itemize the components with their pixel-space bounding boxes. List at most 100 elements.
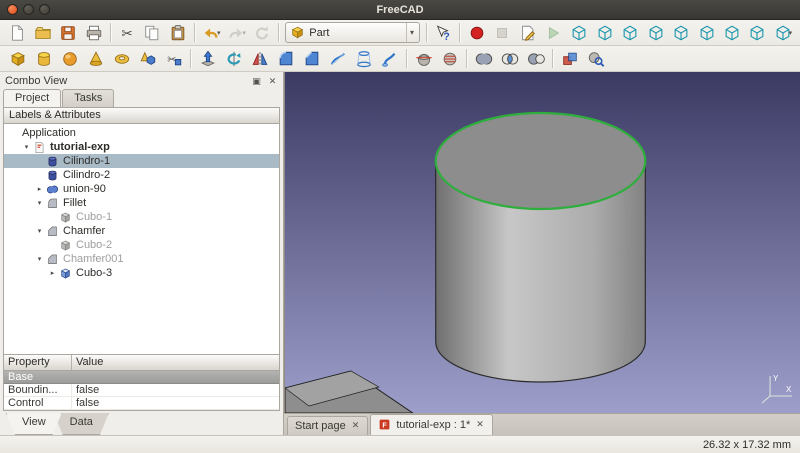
part-cylinder-button[interactable] xyxy=(31,47,56,71)
save-button[interactable] xyxy=(56,21,80,45)
part-section-icon xyxy=(415,50,433,68)
part-revolve-button[interactable] xyxy=(221,47,246,71)
part-shapebuilder-button[interactable]: ✂ xyxy=(161,47,186,71)
cut-button[interactable]: ✂ xyxy=(115,21,139,45)
part-boolean-common-button[interactable] xyxy=(497,47,522,71)
part-check-geometry-button[interactable] xyxy=(583,47,608,71)
view-axonometric-button[interactable] xyxy=(593,21,617,45)
close-tab-icon[interactable]: ✕ xyxy=(351,420,361,431)
toolbar-separator xyxy=(110,23,111,42)
macro-stop-button[interactable] xyxy=(490,21,514,45)
dropdown-arrow-icon[interactable]: ▾ xyxy=(217,29,221,37)
window-close-button[interactable] xyxy=(7,4,18,15)
part-mirror-icon xyxy=(251,50,269,68)
view-front-button[interactable] xyxy=(618,21,642,45)
doc-tab[interactable]: Start page✕ xyxy=(287,416,368,435)
part-loft-button[interactable] xyxy=(351,47,376,71)
cylinder-solid[interactable] xyxy=(436,113,646,382)
view-right-button[interactable] xyxy=(669,21,693,45)
view-bottom-button[interactable] xyxy=(720,21,744,45)
part-torus-button[interactable] xyxy=(109,47,134,71)
part-compound-button[interactable] xyxy=(557,47,582,71)
part-extrude-button[interactable] xyxy=(195,47,220,71)
part-boolean-cut-button[interactable] xyxy=(523,47,548,71)
workbench-selector[interactable]: Part▾ xyxy=(285,22,420,43)
expanded-arrow-icon[interactable]: ▾ xyxy=(21,143,32,151)
print-button[interactable] xyxy=(81,21,105,45)
new-file-button[interactable] xyxy=(5,21,29,45)
part-primitives-button[interactable] xyxy=(135,47,160,71)
panel-tab-data[interactable]: Data xyxy=(54,413,109,435)
part-sweep-button[interactable] xyxy=(377,47,402,71)
view-fit-all-button[interactable] xyxy=(567,21,591,45)
view-top-button[interactable] xyxy=(644,21,668,45)
macro-play-icon xyxy=(544,24,562,42)
part-sphere-button[interactable] xyxy=(57,47,82,71)
viewport-scene[interactable]: Y X xyxy=(285,72,800,413)
expanded-arrow-icon[interactable]: ▾ xyxy=(34,199,45,207)
tree-item-cubo-3[interactable]: ▸Cubo-3 xyxy=(4,266,279,280)
view-rear-button[interactable] xyxy=(694,21,718,45)
tree-item-cubo-1[interactable]: Cubo-1 xyxy=(4,210,279,224)
macro-edit-button[interactable] xyxy=(515,21,539,45)
cubegray-icon xyxy=(58,211,73,224)
dropdown-arrow-icon[interactable]: ▾ xyxy=(242,29,246,37)
window-maximize-button[interactable] xyxy=(39,4,50,15)
workbench-dropdown-icon[interactable]: ▾ xyxy=(406,23,417,42)
tab-project[interactable]: Project xyxy=(3,89,61,107)
window-minimize-button[interactable] xyxy=(23,4,34,15)
part-box-button[interactable] xyxy=(5,47,30,71)
tree-item-fillet[interactable]: ▾Fillet xyxy=(4,196,279,210)
refresh-button[interactable] xyxy=(250,21,274,45)
part-chamfer-button[interactable] xyxy=(299,47,324,71)
property-column-header[interactable]: Property xyxy=(4,355,72,370)
doc-tab[interactable]: Ftutorial-exp : 1*✕ xyxy=(370,414,493,435)
macro-record-button[interactable] xyxy=(464,21,488,45)
property-rows: BaseBoundin...falseControlfalse xyxy=(4,371,279,410)
part-cone-button[interactable] xyxy=(83,47,108,71)
view-axonometric-icon xyxy=(596,24,614,42)
draw-style-button[interactable]: ▾ xyxy=(771,21,795,45)
collapsed-arrow-icon[interactable]: ▸ xyxy=(34,185,45,193)
part-section-button[interactable] xyxy=(411,47,436,71)
panel-tab-view[interactable]: View xyxy=(6,413,62,435)
save-icon xyxy=(59,24,77,42)
tree-item-chamfer001[interactable]: ▾Chamfer001 xyxy=(4,252,279,266)
collapsed-arrow-icon[interactable]: ▸ xyxy=(47,269,58,277)
dropdown-arrow-icon[interactable]: ▾ xyxy=(789,29,793,37)
property-group-base[interactable]: Base xyxy=(4,371,279,384)
tree-item-application[interactable]: Application xyxy=(4,126,279,140)
freecad-logo-icon: F xyxy=(378,418,391,431)
part-ruled-surface-button[interactable] xyxy=(325,47,350,71)
tree-item-cilindro-1[interactable]: Cilindro-1 xyxy=(4,154,279,168)
paste-button[interactable] xyxy=(166,21,190,45)
view-left-button[interactable] xyxy=(745,21,769,45)
copy-button[interactable] xyxy=(140,21,164,45)
part-fillet-button[interactable] xyxy=(273,47,298,71)
tree-item-chamfer[interactable]: ▾Chamfer xyxy=(4,224,279,238)
part-cross-sections-button[interactable] xyxy=(437,47,462,71)
expanded-arrow-icon[interactable]: ▾ xyxy=(34,255,45,263)
value-column-header[interactable]: Value xyxy=(72,355,279,370)
cylinder-top-face-selected-edge[interactable] xyxy=(436,113,646,209)
toolbar-separator xyxy=(194,23,195,42)
part-boolean-union-button[interactable] xyxy=(471,47,496,71)
tree-item-cubo-2[interactable]: Cubo-2 xyxy=(4,238,279,252)
combo-view-float-button[interactable]: ▣ xyxy=(250,74,263,87)
tree-item-tutorial-exp[interactable]: ▾tutorial-exp xyxy=(4,140,279,154)
redo-button[interactable]: ▾ xyxy=(224,21,248,45)
macro-play-button[interactable] xyxy=(541,21,565,45)
3d-viewport[interactable]: Y X xyxy=(284,72,800,413)
tree-item-cilindro-2[interactable]: Cilindro-2 xyxy=(4,168,279,182)
part-mirror-button[interactable] xyxy=(247,47,272,71)
expanded-arrow-icon[interactable]: ▾ xyxy=(34,227,45,235)
tree-item-union-90[interactable]: ▸union-90 xyxy=(4,182,279,196)
whats-this-button[interactable]: ? xyxy=(431,21,455,45)
property-row[interactable]: Controlfalse xyxy=(4,397,279,410)
combo-view-close-button[interactable]: ✕ xyxy=(266,74,279,87)
undo-button[interactable]: ▾ xyxy=(199,21,223,45)
close-tab-icon[interactable]: ✕ xyxy=(475,419,485,430)
open-file-button[interactable] xyxy=(30,21,54,45)
property-row[interactable]: Boundin...false xyxy=(4,384,279,397)
tab-tasks[interactable]: Tasks xyxy=(62,89,114,107)
